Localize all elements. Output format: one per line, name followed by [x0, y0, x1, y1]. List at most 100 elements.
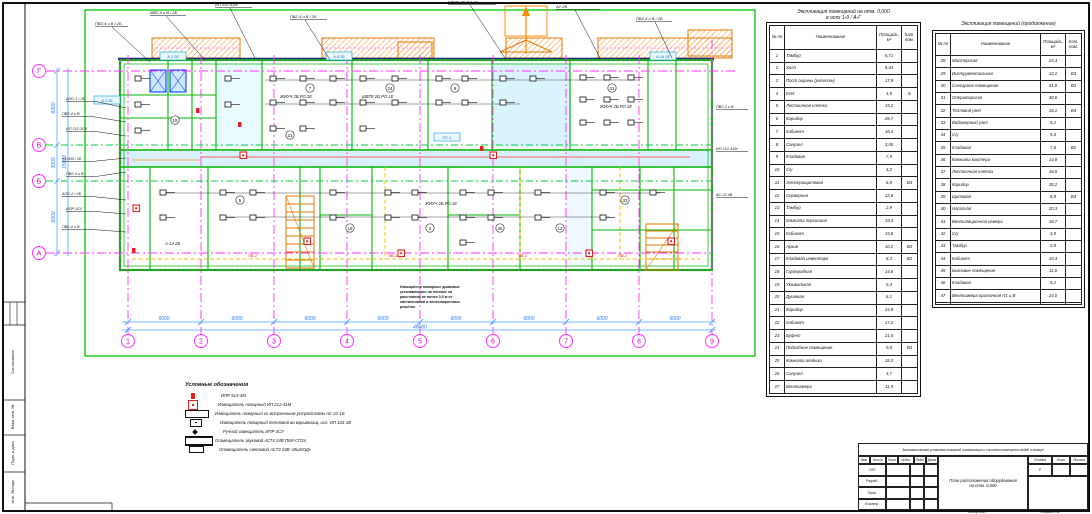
cell-name: Кабинет: [785, 228, 877, 241]
svg-text:МВ2-4 и В / 2Б: МВ2-4 и В / 2Б: [150, 10, 177, 15]
stamp-empty-cell: [886, 499, 910, 511]
cell-name: Кабинет: [951, 253, 1041, 265]
svg-text:А-14 2Б: А-14 2Б: [164, 241, 180, 246]
cell-note: В3: [902, 342, 918, 355]
table-row: 44 Кабинет 15,4: [936, 253, 1082, 265]
stamp-empty-cell: [924, 464, 938, 476]
floor-plan-canvas: Согласовано Взам. инв. № Подп. и дата Ин…: [0, 0, 1092, 514]
svg-text:ШВ7Е 2Б.РО.1Е: ШВ7Е 2Б.РО.1Е: [448, 0, 478, 5]
cell-name: Тамбур: [951, 240, 1041, 252]
table-row: 31 Операторская 40,6: [936, 92, 1082, 104]
cell-note: [902, 279, 918, 292]
cell-note: [902, 291, 918, 304]
table-row: 19 Умывальная 5,4: [770, 279, 918, 292]
cell-area: [1041, 302, 1066, 304]
col-header-num: № пп: [936, 34, 951, 56]
svg-text:3000: 3000: [51, 157, 57, 168]
cell-note: [902, 75, 918, 88]
svg-text:ПВ-1: ПВ-1: [388, 253, 397, 258]
col-header-note: Кат. пом.: [902, 26, 918, 50]
cell-name: Подсобное помещение: [785, 342, 877, 355]
svg-text:АПС-1 / 2Б: АПС-1 / 2Б: [65, 97, 86, 101]
svg-text:ИП 212-41М: ИП 212-41М: [716, 147, 738, 151]
cell-name: Гардеробная: [785, 266, 877, 279]
cell-name: Бытовое помещение: [951, 265, 1041, 277]
table-row: 11 Электрощитовая 6,8 В4: [770, 177, 918, 190]
stamp-stage-header: Листов: [1070, 456, 1088, 464]
svg-text:ШВ7Е 2Б.РО.1Е: ШВ7Е 2Б.РО.1Е: [362, 94, 394, 99]
cell-num: 46: [936, 277, 951, 289]
svg-text:33: 33: [622, 198, 628, 203]
svg-text:15: 15: [172, 118, 178, 123]
right-table-title: Экспликация помещений (продолжение): [932, 21, 1085, 27]
stamp-drawing-title: План расположения оборудования на отм. 0…: [938, 456, 1028, 510]
cell-num: 13: [770, 202, 785, 215]
svg-text:6000: 6000: [450, 316, 461, 322]
axis-label: Г: [37, 69, 41, 76]
cell-num: 44: [936, 253, 951, 265]
table-row: 17 Кладовая инвентаря 8,3 В2: [770, 253, 918, 266]
table-row: 10 С/у 4,2: [770, 164, 918, 177]
svg-text:18: 18: [347, 226, 353, 231]
cell-num: 27: [770, 381, 785, 394]
side-label: Согласовано: [10, 349, 15, 374]
cell-note: [1066, 129, 1082, 141]
svg-text:6000: 6000: [377, 316, 388, 322]
cell-area: 5,71: [877, 50, 902, 63]
cell-note: [902, 164, 918, 177]
cell-note: [902, 190, 918, 203]
svg-text:решёток.: решёток.: [400, 305, 416, 309]
cell-area: 17,2: [877, 317, 902, 330]
drawing-sheet: Согласовано Взам. инв. № Подп. и дата Ин…: [0, 0, 1092, 514]
room-fills: [120, 58, 712, 270]
cell-note: В4: [902, 177, 918, 190]
cell-name: Санузел: [785, 368, 877, 381]
cell-note: [902, 368, 918, 381]
cell-name: Коридор: [785, 304, 877, 317]
stamp-empty-cell: [910, 476, 924, 488]
col-header-note: Кат. пом.: [1066, 34, 1082, 56]
cell-note: [1066, 117, 1082, 129]
table-row: 22 Кабинет 17,2: [770, 317, 918, 330]
cell-area: 15,8: [877, 228, 902, 241]
cell-area: 5,3: [1041, 129, 1066, 141]
cell-name: Буфет: [785, 330, 877, 343]
cell-num: 1: [770, 50, 785, 63]
table-row: 37 Лестничная клетка 16,5: [936, 166, 1082, 178]
cell-note: Б: [902, 88, 918, 101]
cell-area: 14,8: [1041, 154, 1066, 166]
stamp-stage-header: Стадия: [1028, 456, 1052, 464]
cell-area: 20,3: [1041, 203, 1066, 215]
svg-text:21: 21: [287, 133, 293, 138]
cell-area: 31,9: [1041, 80, 1066, 92]
title-block: Автоматическая установка пожарной сигнал…: [858, 443, 1088, 510]
stamp-empty-cell: [886, 487, 910, 499]
svg-text:Извещатели пожарные дымовые: Извещатели пожарные дымовые: [400, 285, 460, 289]
cell-area: 3,55: [877, 139, 902, 152]
table-row: 18 Гардеробная 14,6: [770, 266, 918, 279]
cell-num: 14: [770, 215, 785, 228]
table-row: 43 Тамбур 2,8: [936, 240, 1082, 252]
cell-name: Коридор: [951, 179, 1041, 191]
cell-area: 16,5: [1041, 166, 1066, 178]
cell-area: 18,3: [877, 355, 902, 368]
cell-name: Водомерный узел: [951, 117, 1041, 129]
table-row: 5 Лестничная клетка 15,2: [770, 100, 918, 113]
svg-text:ПВ2-4 и В: ПВ2-4 и В: [66, 172, 84, 176]
table-row: 7 Кабинет 16,4: [770, 126, 918, 139]
stamp-rev-header: Изм.: [858, 456, 870, 464]
cell-num: 12: [770, 190, 785, 203]
manual-callpoint-icon: [185, 430, 223, 434]
svg-text:ИП 212-3СУ: ИП 212-3СУ: [66, 127, 88, 131]
cell-num: 42: [936, 228, 951, 240]
svg-text:АС-22 4В: АС-22 4В: [715, 193, 733, 197]
svg-text:ПВ2-4 и В: ПВ2-4 и В: [716, 105, 734, 109]
svg-text:А-1 2Б: А-1 2Б: [166, 55, 179, 59]
stamp-role: Разраб.: [858, 476, 886, 488]
cell-area: 24,0: [1041, 290, 1066, 302]
legend-item: ИПР 513-3М: [185, 391, 435, 400]
cell-note: В2: [902, 253, 918, 266]
table-row: 45 Бытовое помещение 11,6: [936, 265, 1082, 277]
axis-label: А: [37, 251, 42, 258]
col-header-area: Площадь, м²: [877, 26, 902, 50]
